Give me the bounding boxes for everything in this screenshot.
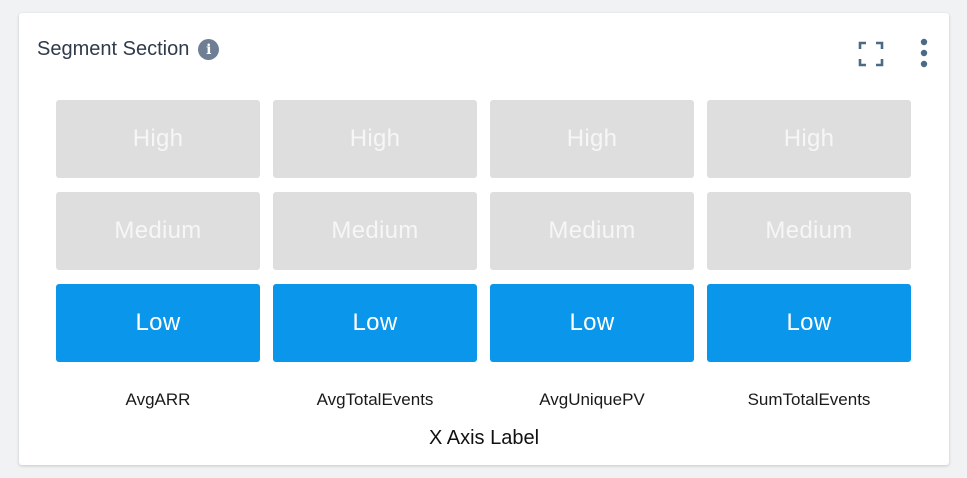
x-tick-label: AvgUniquePV	[539, 390, 645, 409]
segment-cell-medium-avgarr[interactable]: Medium	[56, 192, 260, 270]
segment-cell-low-avgtotalevents[interactable]: Low	[273, 284, 477, 362]
x-tick-label: SumTotalEvents	[747, 390, 871, 409]
widget-title: Segment Section	[37, 38, 190, 60]
x-tick-label: AvgTotalEvents	[316, 390, 434, 409]
widget-header: Segment Section i	[37, 35, 220, 63]
x-axis-label: X Axis Label	[428, 427, 540, 449]
segment-section-card: Segment Section i High Medium Low AvgARR Hig…	[19, 13, 949, 465]
segment-cell-low-sumtotalevents[interactable]: Low	[707, 284, 911, 362]
segment-cell-medium-sumtotalevents[interactable]: Medium	[707, 192, 911, 270]
segment-cell-high-avgtotalevents[interactable]: High	[273, 100, 477, 178]
segment-cell-high-sumtotalevents[interactable]: High	[707, 100, 911, 178]
segment-cell-low-avguniquepv[interactable]: Low	[490, 284, 694, 362]
more-vertical-icon[interactable]	[912, 36, 936, 70]
fullscreen-icon[interactable]	[857, 40, 885, 68]
segment-cell-medium-avguniquepv[interactable]: Medium	[490, 192, 694, 270]
x-tick-label: AvgARR	[125, 390, 191, 409]
segment-cell-high-avgarr[interactable]: High	[56, 100, 260, 178]
segment-cell-high-avguniquepv[interactable]: High	[490, 100, 694, 178]
segment-cell-low-avgarr[interactable]: Low	[56, 284, 260, 362]
info-icon[interactable]: i	[198, 39, 220, 60]
segment-cell-medium-avgtotalevents[interactable]: Medium	[273, 192, 477, 270]
